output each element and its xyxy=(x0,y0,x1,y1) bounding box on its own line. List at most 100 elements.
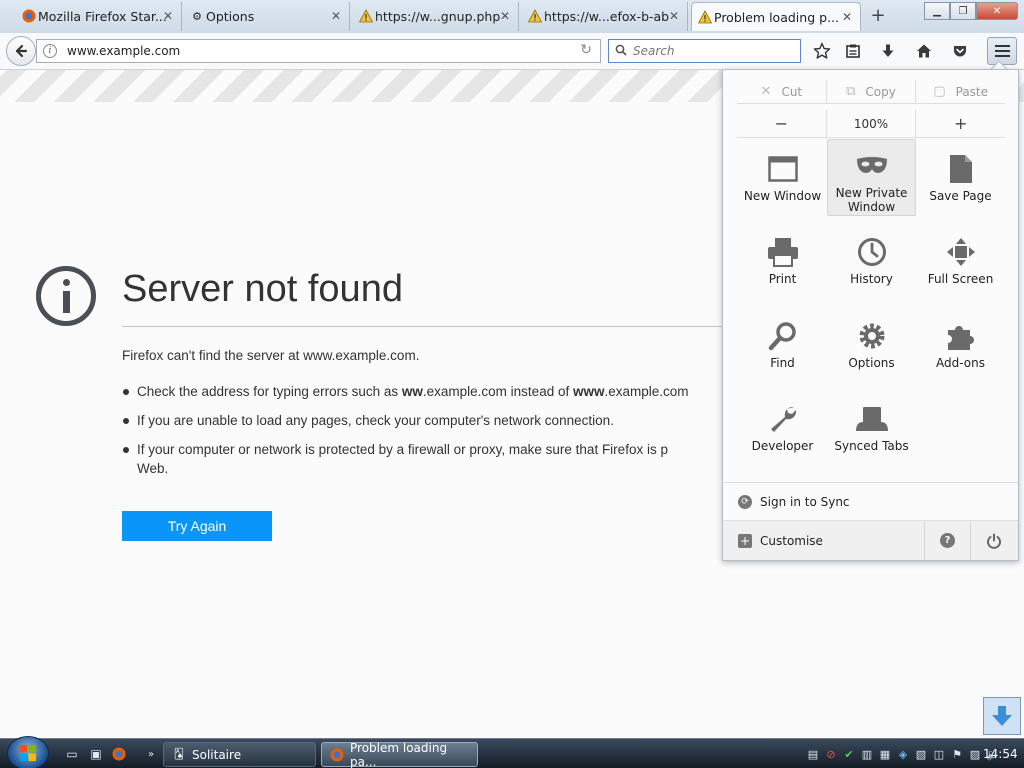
save-page-icon xyxy=(949,153,973,185)
full-screen-button[interactable]: Full Screen xyxy=(916,229,1005,305)
info-icon xyxy=(36,266,96,326)
history-button[interactable]: History xyxy=(827,229,916,305)
quit-button[interactable] xyxy=(971,521,1017,560)
tab-options[interactable]: ⚙ Options ✕ xyxy=(184,2,350,31)
menu-item-label: History xyxy=(850,272,893,286)
customise-button[interactable]: + Customise xyxy=(723,521,925,560)
window-controls: ▁ ❐ ✕ xyxy=(924,2,1018,20)
taskbar: ▭ ▣ » 🂡 Solitaire Problem loading pa... … xyxy=(0,736,1024,768)
menu-item-label: Options xyxy=(848,356,895,370)
add-ons-button[interactable]: Add-ons xyxy=(916,313,1005,389)
printer-icon xyxy=(767,236,799,268)
tab-signup[interactable]: https://w...gnup.php ✕ xyxy=(353,2,519,31)
main-menu-panel: ✕ Cut ⧉ Copy ▢ Paste − 100% + New Window… xyxy=(722,69,1019,561)
edit-controls: ✕ Cut ⧉ Copy ▢ Paste xyxy=(737,80,1005,104)
tray-flag-icon[interactable]: ⚑ xyxy=(950,747,964,761)
bookmarks-menu-icon[interactable] xyxy=(841,40,865,62)
quicklaunch-overflow-icon[interactable]: » xyxy=(143,746,159,762)
info-icon-dot xyxy=(63,279,70,286)
menu-item-label: Print xyxy=(768,272,797,286)
downloads-icon[interactable] xyxy=(876,40,900,62)
save-page-button[interactable]: Save Page xyxy=(916,146,1005,222)
tab-problem-loading[interactable]: Problem loading p... ✕ xyxy=(691,2,861,31)
firefox-quicklaunch-icon[interactable] xyxy=(111,746,127,762)
new-tab-plus-icon[interactable]: + xyxy=(868,5,888,26)
developer-button[interactable]: Developer xyxy=(738,396,827,472)
new-private-window-button[interactable]: New Private Window xyxy=(827,139,916,216)
tray-blocked-icon[interactable]: ⊘ xyxy=(824,747,838,761)
options-button[interactable]: Options xyxy=(827,313,916,389)
close-icon[interactable]: ✕ xyxy=(163,9,173,23)
sign-in-to-sync-button[interactable]: ⟳ Sign in to Sync xyxy=(723,482,1018,520)
wrench-icon xyxy=(768,403,798,435)
home-icon[interactable] xyxy=(912,40,936,62)
zoom-out-button[interactable]: − xyxy=(737,110,827,137)
window-close-icon[interactable]: ✕ xyxy=(976,2,1018,20)
hamburger-menu-button[interactable] xyxy=(987,37,1017,65)
navigation-toolbar: i www.example.com ↻ xyxy=(0,33,1024,70)
restore-icon[interactable]: ❐ xyxy=(950,2,976,20)
scissors-icon: ✕ xyxy=(760,84,772,99)
suggestion-bold: www xyxy=(572,384,605,399)
fullscreen-icon xyxy=(946,236,976,268)
tray-security-icon[interactable]: ✔ xyxy=(842,747,856,761)
clock[interactable]: 14:54 xyxy=(983,747,1018,761)
copy-button[interactable]: ⧉ Copy xyxy=(827,80,917,103)
url-text[interactable]: www.example.com xyxy=(67,44,180,58)
tray-app2-icon[interactable]: ▧ xyxy=(914,747,928,761)
pocket-icon[interactable] xyxy=(948,40,972,62)
minimize-icon[interactable]: ▁ xyxy=(924,2,950,20)
cut-button[interactable]: ✕ Cut xyxy=(737,80,827,103)
suggestion-list: Check the address for typing errors such… xyxy=(122,382,724,488)
magnifier-icon xyxy=(768,320,798,352)
back-arrow-icon[interactable] xyxy=(6,36,36,66)
tray-defender-icon[interactable]: ◈ xyxy=(896,747,910,761)
search-input[interactable] xyxy=(633,44,793,58)
close-icon[interactable]: ✕ xyxy=(331,9,341,23)
menu-footer: + Customise ? xyxy=(723,520,1018,560)
switch-windows-icon[interactable]: ▣ xyxy=(88,746,104,762)
close-icon[interactable]: ✕ xyxy=(669,9,679,23)
menu-item-label: Synced Tabs xyxy=(834,439,909,453)
close-icon[interactable]: ✕ xyxy=(500,9,510,23)
gear-icon xyxy=(857,320,887,352)
try-again-button[interactable]: Try Again xyxy=(122,511,272,541)
tray-app3-icon[interactable]: ◫ xyxy=(932,747,946,761)
help-button[interactable]: ? xyxy=(925,521,971,560)
tab-firefox-b-ab[interactable]: https://w...efox-b-ab ✕ xyxy=(522,2,688,31)
close-icon[interactable]: ✕ xyxy=(842,10,852,24)
start-button[interactable] xyxy=(7,736,49,768)
new-window-button[interactable]: New Window xyxy=(738,146,827,222)
help-icon: ? xyxy=(940,533,955,548)
search-bar[interactable] xyxy=(608,39,801,63)
taskbar-item-firefox[interactable]: Problem loading pa... xyxy=(321,741,478,768)
tab-label: Problem loading p... xyxy=(714,9,839,25)
show-desktop-icon[interactable]: ▭ xyxy=(64,746,80,762)
url-bar[interactable]: i www.example.com ↻ xyxy=(36,39,601,63)
menu-item-label: Developer xyxy=(751,439,814,453)
zoom-controls: − 100% + xyxy=(737,110,1005,138)
suggestion-text: Check the address for typing errors such… xyxy=(137,384,402,399)
tab-firefox-start[interactable]: Mozilla Firefox Star... ✕ xyxy=(16,2,182,31)
info-icon-bar xyxy=(63,291,70,313)
tray-app-icon[interactable]: ▦ xyxy=(878,747,892,761)
tray-monitor-icon[interactable]: ▤ xyxy=(806,747,820,761)
cut-label: Cut xyxy=(781,84,803,99)
paste-button[interactable]: ▢ Paste xyxy=(916,80,1005,103)
site-info-icon[interactable]: i xyxy=(43,44,57,58)
synced-tabs-button[interactable]: Synced Tabs xyxy=(827,396,916,472)
print-button[interactable]: Print xyxy=(738,229,827,305)
taskbar-item-solitaire[interactable]: 🂡 Solitaire xyxy=(163,742,316,767)
tray-network2-icon[interactable]: ▨ xyxy=(968,747,982,761)
find-button[interactable]: Find xyxy=(738,313,827,389)
zoom-in-button[interactable]: + xyxy=(916,110,1005,137)
zoom-reset-button[interactable]: 100% xyxy=(827,110,917,137)
windows-logo-icon xyxy=(20,745,36,761)
bookmark-star-icon[interactable] xyxy=(810,40,834,62)
gear-icon: ⚙ xyxy=(192,9,202,23)
suggestion-text: If your computer or network is protected… xyxy=(137,442,668,457)
reload-icon[interactable]: ↻ xyxy=(580,42,592,58)
tray-network-icon[interactable]: ▥ xyxy=(860,747,874,761)
download-arrow-icon[interactable] xyxy=(983,697,1021,735)
synced-tabs-icon xyxy=(855,403,889,435)
